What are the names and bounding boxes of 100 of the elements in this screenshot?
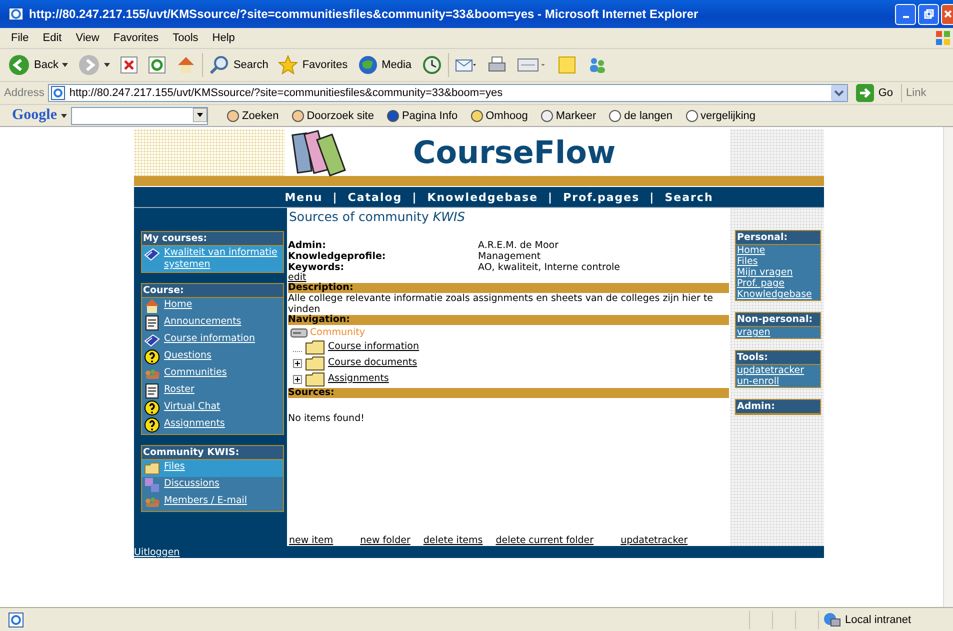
refresh-icon — [148, 56, 166, 74]
site-logo: CourseFlow — [413, 134, 616, 170]
sidebar-link[interactable]: Files — [736, 256, 820, 267]
sidebar-item[interactable]: Home — [142, 298, 283, 315]
scrollbar[interactable] — [943, 127, 953, 607]
action-link[interactable]: updatetracker — [620, 535, 688, 546]
sidebar-link[interactable]: Prof. page — [736, 278, 820, 289]
panel-title: Admin: — [736, 400, 820, 414]
sidebar-item[interactable]: Announcements — [142, 315, 283, 332]
panel-title: My courses: — [142, 232, 283, 246]
stop-icon — [120, 56, 138, 74]
edit-link[interactable]: edit — [288, 273, 306, 283]
links-label[interactable]: Link — [906, 87, 926, 99]
zone-label: Local intranet — [845, 614, 912, 626]
section-header: Description: — [288, 283, 729, 293]
menu-item[interactable]: View — [68, 32, 106, 44]
info-label: Knowledgeprofile: — [288, 251, 387, 262]
description-text: Alle college relevante informatie zoals assignments en sheets van de colleges zijn hier te vinden — [288, 293, 714, 315]
sidebar-item[interactable]: Roster — [142, 383, 283, 400]
caret-icon — [104, 63, 110, 67]
close-button[interactable] — [941, 4, 953, 24]
arrow-left-icon — [8, 54, 30, 76]
sidebar-item[interactable]: Communities — [142, 366, 283, 383]
chat-icon — [144, 477, 160, 493]
circle-icon — [290, 108, 305, 122]
tree-item[interactable]: Course documents — [328, 357, 418, 369]
google-toolbar-button[interactable]: vergelijking — [680, 108, 760, 122]
page-heading: Sources of community KWIS — [289, 209, 466, 224]
sidebar-link[interactable]: Mijn vragen — [736, 267, 820, 278]
info-value: Management — [478, 251, 542, 262]
nav-link[interactable]: Catalog — [348, 190, 402, 204]
nav-link[interactable]: Knowledgebase — [427, 190, 538, 204]
menu-item[interactable]: File — [4, 32, 36, 44]
dropdown-caret-icon[interactable] — [61, 114, 67, 118]
info-value: AO, kwaliteit, Interne controle — [478, 262, 621, 273]
restore-button[interactable] — [918, 4, 939, 24]
go-button[interactable]: Go — [852, 84, 898, 102]
nav-link[interactable]: Search — [664, 190, 714, 204]
circle-icon — [226, 108, 240, 122]
book-icon — [144, 332, 160, 348]
menu-item[interactable]: Help — [205, 32, 242, 44]
search-icon — [209, 55, 230, 75]
search-button[interactable]: Search — [205, 53, 272, 77]
address-field[interactable]: http://80.247.217.155/uvt/KMSsource/?site=communitiesfiles&community=33&boom=yes — [48, 84, 848, 102]
google-toolbar-button[interactable]: de langen — [604, 108, 676, 122]
info-value: A.R.E.M. de Moor — [478, 240, 560, 251]
menu-item[interactable]: Edit — [36, 32, 69, 44]
back-button[interactable]: Back — [4, 52, 72, 78]
sidebar-item[interactable]: Members / E-mail — [142, 494, 283, 511]
circle-icon — [386, 108, 400, 122]
google-toolbar-button[interactable]: Markeer — [536, 108, 600, 122]
favorites-button[interactable]: Favorites — [274, 53, 352, 77]
nav-separator: | — [650, 190, 655, 204]
circle-icon — [608, 108, 622, 122]
address-label: Address — [4, 87, 44, 99]
question-mark-icon — [144, 349, 160, 365]
clock-icon — [422, 55, 442, 75]
expand-icon[interactable] — [293, 374, 302, 384]
sidebar-link[interactable]: Knowledgebase — [736, 289, 820, 300]
action-link[interactable]: new item — [289, 535, 334, 546]
sidebar-item[interactable]: Course information — [142, 332, 283, 349]
google-toolbar-button[interactable]: Doorzoek site — [286, 108, 378, 122]
google-toolbar-button[interactable]: Pagina Info — [382, 108, 462, 122]
search-field[interactable] — [71, 106, 208, 124]
minimize-button[interactable] — [895, 4, 916, 24]
drive-icon — [290, 327, 308, 339]
sidebar-link[interactable]: un-enroll — [736, 376, 820, 387]
panel-title: Personal: — [736, 231, 820, 245]
info-label: Admin: — [288, 240, 327, 251]
empty-message: No items found! — [288, 413, 366, 424]
section-header: Sources: — [288, 388, 729, 398]
dropdown-caret-icon[interactable] — [193, 108, 207, 122]
google-logo[interactable]: Google — [12, 107, 57, 124]
nav-link[interactable]: Prof.pages — [563, 190, 640, 204]
menu-item[interactable]: Favorites — [106, 32, 166, 44]
circle-icon — [470, 108, 484, 122]
action-link[interactable]: new folder — [360, 535, 410, 546]
logout-link[interactable]: Uitloggen — [134, 546, 180, 558]
sidebar-item[interactable]: Discussions — [142, 477, 283, 494]
close-icon — [942, 9, 952, 19]
sidebar-link[interactable]: updatetracker — [736, 365, 820, 376]
tree-item[interactable]: Assignments — [328, 373, 389, 385]
action-link[interactable]: delete current folder — [496, 535, 594, 546]
menu-item[interactable]: Tools — [166, 32, 206, 44]
circle-icon — [540, 108, 554, 122]
sidebar-link[interactable]: Home — [736, 245, 820, 256]
sidebar-link[interactable]: vragen — [736, 327, 820, 338]
media-button[interactable]: Media — [354, 53, 416, 77]
sidebar-item[interactable]: Questions — [142, 349, 283, 366]
sidebar-item[interactable]: Assignments — [142, 417, 283, 434]
expand-icon[interactable] — [293, 358, 302, 368]
minimize-icon — [902, 16, 908, 18]
tree-item[interactable]: Course information — [328, 341, 420, 353]
sidebar-item[interactable]: Virtual Chat — [142, 400, 283, 417]
action-link[interactable]: delete items — [423, 535, 483, 546]
arrow-right-icon — [78, 54, 100, 76]
google-toolbar-button[interactable]: Zoeken — [222, 108, 283, 122]
nav-link[interactable]: Menu — [284, 190, 323, 204]
nav-separator: | — [332, 190, 338, 204]
google-toolbar-button[interactable]: Omhoog — [466, 108, 532, 122]
